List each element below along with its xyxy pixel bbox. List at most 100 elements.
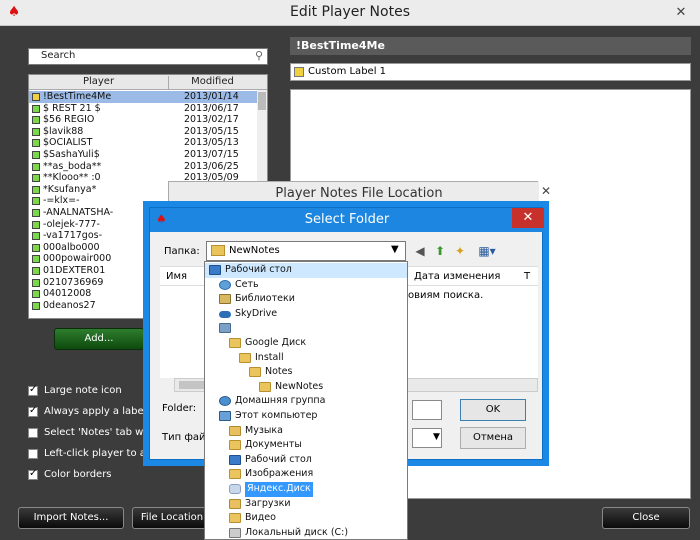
- tree-item[interactable]: Локальный диск (C:): [205, 526, 407, 539]
- tree-item[interactable]: Документы: [205, 438, 407, 453]
- list-item[interactable]: $lavik88 2013/05/15: [29, 126, 257, 138]
- modified-date: 2013/06/17: [184, 102, 239, 114]
- checkbox-box[interactable]: [28, 406, 38, 417]
- list-item[interactable]: $SashaYuli$ 2013/07/15: [29, 149, 257, 161]
- tree-item[interactable]: Рабочий стол: [205, 453, 407, 468]
- column-header-date[interactable]: Дата изменения: [414, 271, 500, 282]
- title-bar: ♠ Edit Player Notes ✕: [0, 0, 700, 26]
- folder-icon: [211, 245, 225, 256]
- label-color-swatch: [32, 267, 40, 275]
- tree-item[interactable]: NewNotes: [205, 380, 407, 395]
- add-button[interactable]: Add...: [54, 328, 144, 350]
- list-item[interactable]: **as_boda** 2013/06/25: [29, 161, 257, 173]
- checkbox-box[interactable]: [28, 449, 38, 459]
- close-button[interactable]: Close: [602, 507, 690, 529]
- label-color-swatch: [32, 255, 40, 264]
- up-folder-icon[interactable]: ⬆: [432, 243, 448, 259]
- folder-dropdown-list[interactable]: Рабочий стол Сеть Библиотеки SkyDrive Google…: [204, 261, 408, 540]
- new-folder-icon[interactable]: ✦: [452, 243, 468, 259]
- file-location-button[interactable]: File Location: [132, 507, 212, 529]
- modified-date: 2013/05/13: [184, 137, 239, 149]
- user-icon: [219, 323, 231, 334]
- tree-item[interactable]: Изображения: [205, 467, 407, 482]
- label-color-swatch: [32, 185, 40, 194]
- tree-item-label: NewNotes: [275, 380, 324, 392]
- tree-item[interactable]: Google Диск: [205, 336, 407, 351]
- folder-icon: [229, 338, 241, 348]
- tree-item[interactable]: Notes: [205, 365, 407, 380]
- player-name: $lavik88: [43, 125, 84, 137]
- tree-item[interactable]: Библиотеки: [205, 292, 407, 307]
- column-header-player[interactable]: Player: [29, 76, 169, 89]
- file-type-select[interactable]: ▼: [412, 428, 442, 448]
- tree-item[interactable]: Музыка: [205, 424, 407, 439]
- player-name: 01DEXTER01: [43, 265, 106, 276]
- column-header-name[interactable]: Имя: [166, 271, 187, 282]
- label-color-swatch: [32, 197, 40, 206]
- desk-icon: [209, 265, 221, 275]
- label-color-swatch: [32, 290, 40, 299]
- label-color-swatch: [32, 209, 40, 217]
- option-label: Left-click player to assi: [44, 448, 160, 459]
- tree-item[interactable]: Сеть: [205, 278, 407, 293]
- chevron-down-icon[interactable]: ▼: [391, 244, 399, 255]
- scrollbar-thumb[interactable]: [258, 92, 266, 110]
- chevron-down-icon[interactable]: ▼: [433, 432, 440, 442]
- search-icon[interactable]: ⚲: [255, 49, 263, 62]
- label-color-swatch: [32, 151, 40, 159]
- cancel-button[interactable]: Отмена: [460, 427, 526, 449]
- column-header-type[interactable]: Т: [524, 271, 530, 282]
- player-name: *Ksufanya*: [43, 183, 97, 195]
- tree-item-label: Музыка: [245, 424, 283, 436]
- search-input[interactable]: Search ⚲: [28, 48, 268, 65]
- player-name: 0deanos27: [43, 299, 96, 311]
- window-title: Edit Player Notes: [289, 4, 410, 20]
- tree-item[interactable]: SkyDrive: [205, 307, 407, 322]
- checkbox-box[interactable]: [28, 428, 38, 438]
- checkbox-box[interactable]: [28, 469, 38, 480]
- list-item[interactable]: !BestTime4Me 2013/01/14: [29, 91, 257, 103]
- player-name: -ANALNATSHA-: [43, 207, 114, 218]
- label-color-swatch: [32, 243, 40, 252]
- tree-item[interactable]: Install: [205, 351, 407, 366]
- player-name: -=klx=-: [43, 195, 80, 207]
- tree-item-label: SkyDrive: [235, 307, 278, 319]
- pc-icon: [219, 411, 231, 421]
- folder-dropdown[interactable]: NewNotes ▼: [206, 241, 406, 261]
- column-header-modified[interactable]: Modified: [170, 76, 255, 89]
- ok-button[interactable]: OK: [460, 399, 526, 421]
- tree-item[interactable]: Загрузки: [205, 497, 407, 512]
- label-selector[interactable]: Custom Label 1: [290, 63, 691, 81]
- close-icon[interactable]: ✕: [512, 208, 544, 228]
- search-placeholder: Search: [41, 50, 76, 61]
- modified-date: 2013/07/15: [184, 149, 239, 160]
- player-name: 000albo000: [43, 241, 100, 253]
- view-menu-icon[interactable]: ▦▾: [474, 243, 500, 259]
- list-item[interactable]: $56 REGIO 2013/02/17: [29, 114, 257, 126]
- option-checkbox[interactable]: Color borders: [28, 469, 198, 483]
- player-name: **Klooo** :0: [43, 172, 101, 184]
- player-name: -va1717gos-: [43, 230, 103, 242]
- tree-item-label: Домашняя группа: [235, 395, 326, 407]
- tree-item[interactable]: Этот компьютер: [205, 409, 407, 424]
- player-name: -olejek-777-: [43, 218, 100, 230]
- checkbox-box[interactable]: [28, 385, 38, 396]
- net-icon: [219, 279, 231, 290]
- folder-icon: [239, 352, 251, 363]
- close-icon[interactable]: ✕: [534, 181, 558, 201]
- close-icon[interactable]: ✕: [670, 3, 692, 23]
- folder-name-input[interactable]: [412, 400, 442, 420]
- list-item[interactable]: $ REST 21 $ 2013/06/17: [29, 103, 257, 115]
- tree-item[interactable]: Рабочий стол: [205, 263, 407, 278]
- tree-item[interactable]: Яндекс.Диск: [205, 482, 407, 497]
- tree-item-label: Install: [255, 351, 284, 363]
- tree-item[interactable]: [205, 321, 407, 336]
- import-notes-button[interactable]: Import Notes...: [18, 507, 124, 529]
- tree-item[interactable]: Видео: [205, 511, 407, 526]
- player-name: 000powair000: [43, 253, 112, 265]
- tree-item[interactable]: Домашняя группа: [205, 394, 407, 409]
- list-item[interactable]: $OCIALIST 2013/05/13: [29, 137, 257, 149]
- back-icon[interactable]: ◀: [412, 243, 428, 259]
- player-name: $SashaYuli$: [43, 149, 100, 160]
- lib-icon: [219, 294, 231, 305]
